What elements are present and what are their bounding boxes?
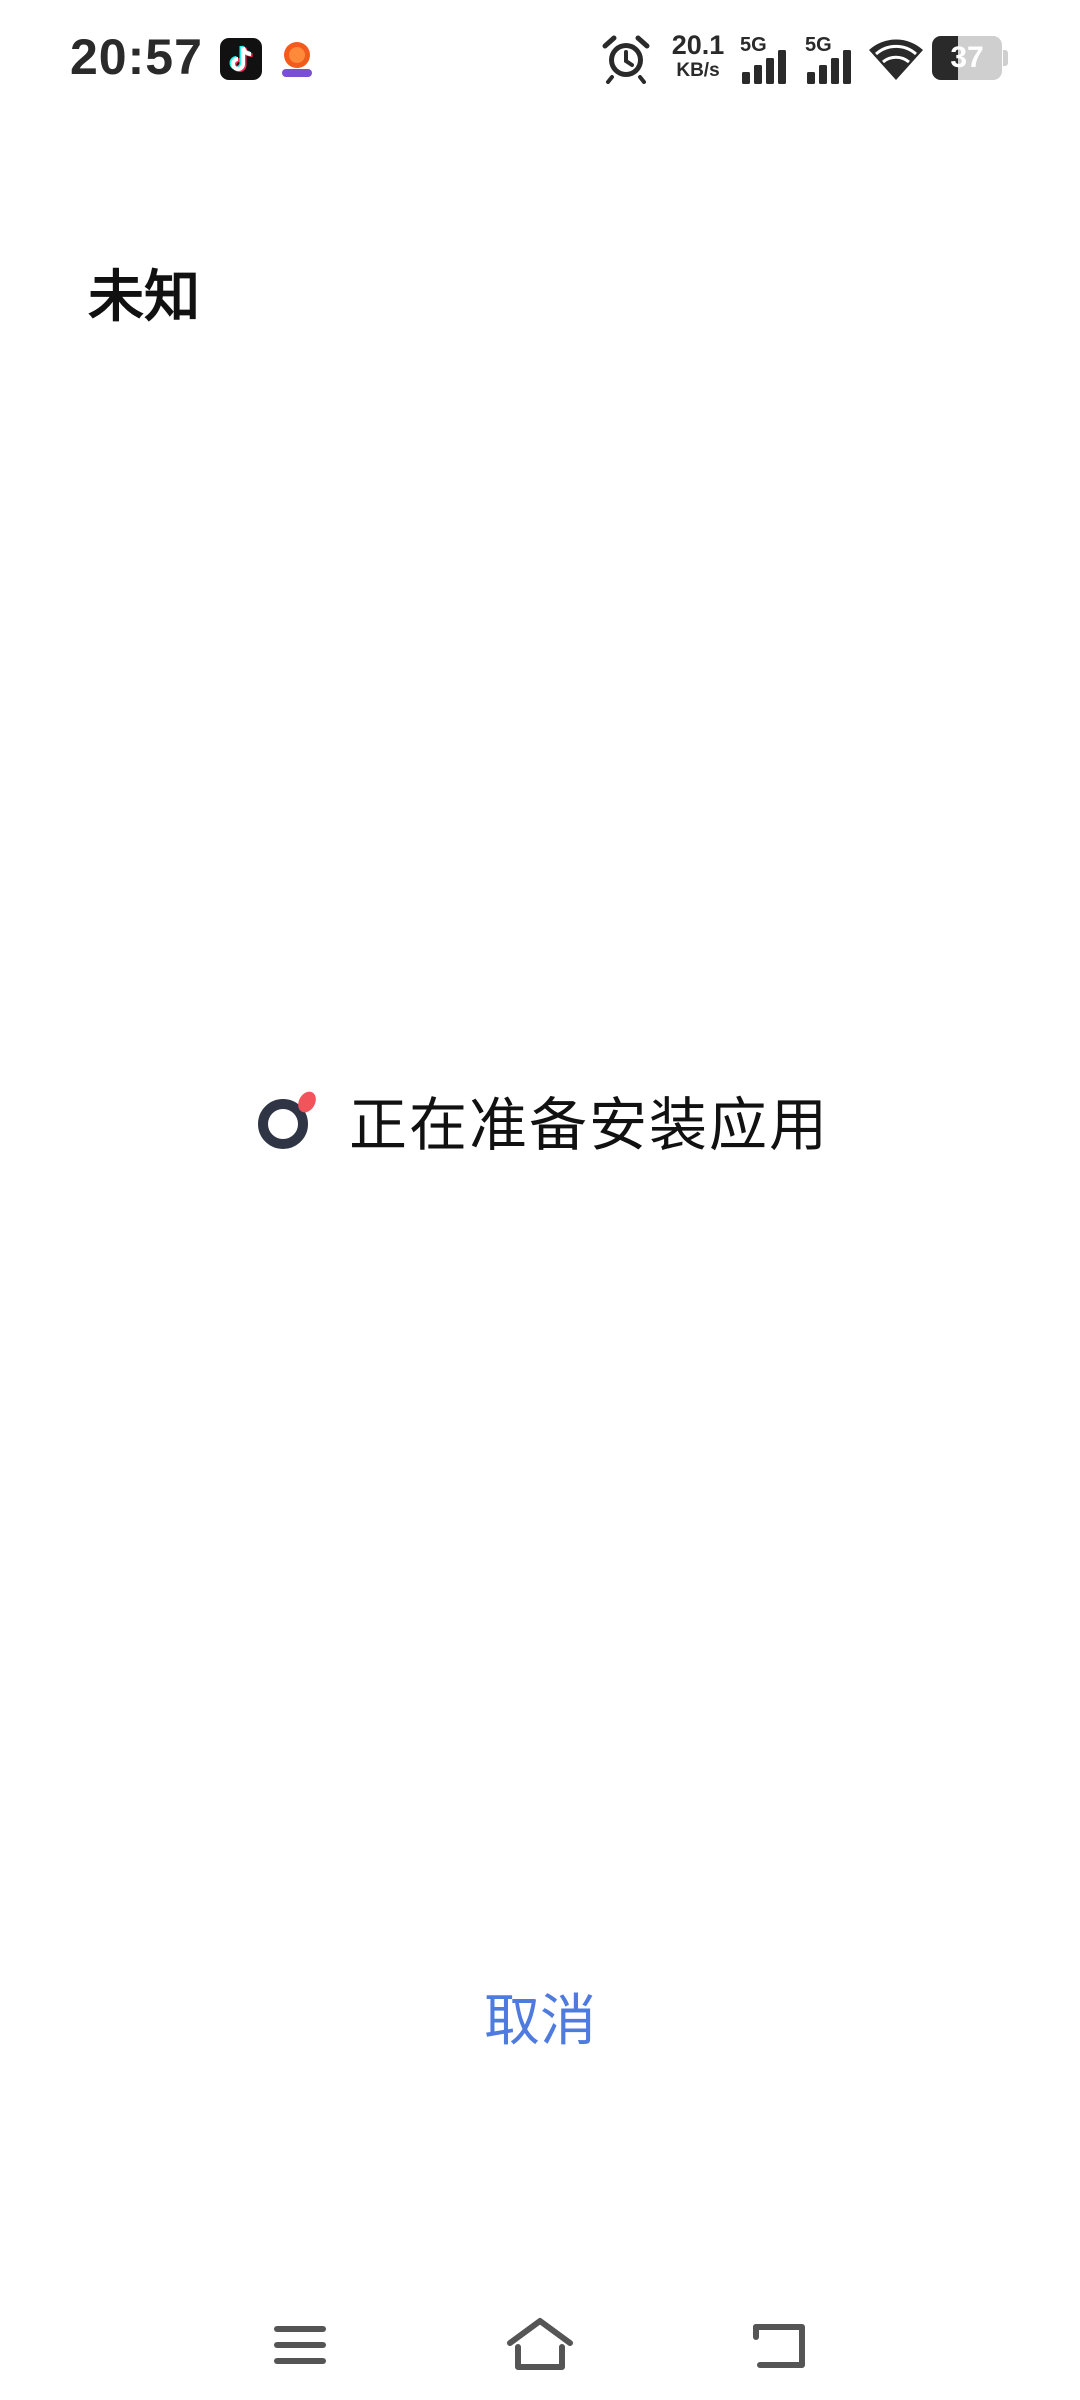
installer-screen: 20:57 20.1 KB/s 5G 5G 37 未知 正在准备安装应用 取消 — [0, 0, 1080, 2400]
battery-level: 37 — [950, 41, 984, 74]
back-icon — [753, 2324, 805, 2368]
network-speed: 20.1 KB/s — [668, 30, 728, 81]
status-time: 20:57 — [70, 29, 203, 85]
battery-icon: 37 — [932, 36, 1008, 80]
shopping-app-icon — [276, 38, 318, 80]
navigation-bar — [0, 2280, 1080, 2400]
battery-cap — [1003, 50, 1008, 66]
nav-home-button[interactable] — [495, 2305, 585, 2385]
battery-body: 37 — [932, 36, 1002, 80]
menu-icon — [274, 2326, 326, 2364]
progress-text: 正在准备安装应用 — [348, 1091, 829, 1159]
loading-spinner-icon — [257, 1091, 316, 1149]
tiktok-icon — [220, 38, 262, 80]
home-icon — [507, 2318, 573, 2370]
wifi-icon — [869, 39, 923, 80]
alarm-icon — [602, 35, 650, 84]
app-name-title: 未知 — [88, 265, 200, 330]
nav-menu-button[interactable] — [255, 2305, 345, 2385]
nav-back-button[interactable] — [735, 2305, 825, 2385]
cancel-button[interactable]: 取消 — [440, 1975, 640, 2065]
signal-sim1-icon: 5G — [740, 34, 796, 84]
signal-sim2-icon: 5G — [805, 34, 861, 84]
install-progress: 正在准备安装应用 — [0, 1075, 1080, 1165]
network-speed-unit: KB/s — [676, 60, 720, 81]
network-speed-value: 20.1 — [671, 30, 725, 60]
status-bar: 20:57 20.1 KB/s 5G 5G 37 — [0, 0, 1080, 120]
